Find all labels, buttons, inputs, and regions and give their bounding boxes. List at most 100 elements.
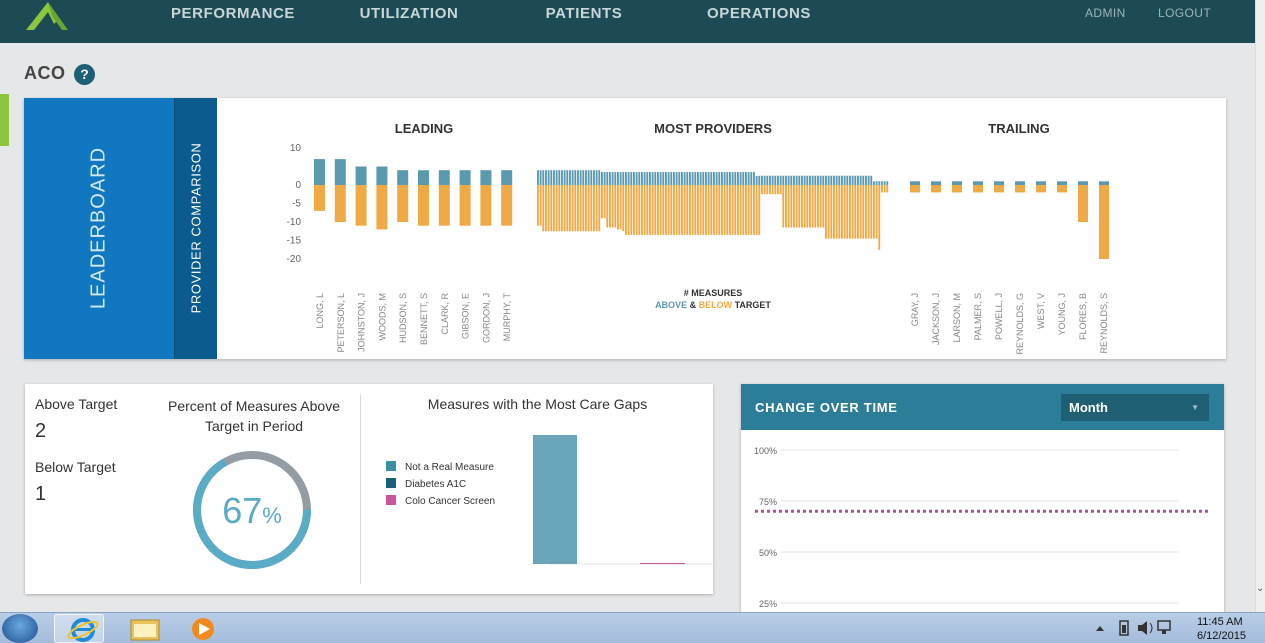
bar-below[interactable] <box>771 185 774 195</box>
bar-below[interactable] <box>854 185 857 239</box>
bar-above[interactable] <box>702 172 705 185</box>
bar-above[interactable] <box>878 181 881 185</box>
legend-diabetes-a1c[interactable]: Diabetes A1C <box>386 478 466 490</box>
bar-below[interactable] <box>585 185 587 232</box>
bar-below[interactable] <box>865 185 867 239</box>
bar-above[interactable] <box>742 172 745 185</box>
bar-below[interactable] <box>603 185 606 219</box>
provider-name-label[interactable]: REYNOLDS, S <box>1099 293 1109 354</box>
bar-below[interactable] <box>617 185 619 230</box>
bar-below[interactable] <box>875 185 878 239</box>
bar-below[interactable] <box>638 185 641 235</box>
bar-above[interactable] <box>601 172 603 185</box>
bar-below[interactable] <box>670 185 673 235</box>
vertical-scrollbar[interactable]: ⌄ <box>1255 0 1265 612</box>
bar-below[interactable] <box>870 185 873 239</box>
bar-below[interactable] <box>721 185 723 235</box>
bar-above[interactable] <box>865 175 867 185</box>
bar-below[interactable] <box>625 185 627 235</box>
bar-above[interactable] <box>545 170 547 185</box>
bar-below[interactable] <box>697 185 699 235</box>
tab-performance[interactable]: PERFORMANCE <box>148 0 318 43</box>
bar-above[interactable] <box>705 172 707 185</box>
bar-above[interactable] <box>833 175 835 185</box>
bar-below[interactable] <box>729 185 731 235</box>
bar-above[interactable] <box>459 170 471 185</box>
bar-above[interactable] <box>553 170 555 185</box>
bar-above[interactable] <box>667 172 670 185</box>
bar-below[interactable] <box>1036 185 1046 193</box>
bar-above[interactable] <box>1099 181 1109 185</box>
bar-below[interactable] <box>849 185 851 239</box>
bar-above[interactable] <box>689 172 691 185</box>
bar-above[interactable] <box>397 170 409 185</box>
bar-below[interactable] <box>827 185 830 239</box>
bar-below[interactable] <box>641 185 643 235</box>
bar-above[interactable] <box>561 170 563 185</box>
bar-above[interactable] <box>875 181 878 185</box>
bar-above[interactable] <box>691 172 694 185</box>
bar-below[interactable] <box>806 185 809 228</box>
bar-below[interactable] <box>579 185 582 232</box>
bar-above[interactable] <box>665 172 667 185</box>
app-logo-icon[interactable] <box>24 0 70 30</box>
bar-below[interactable] <box>630 185 633 235</box>
bar-below[interactable] <box>547 185 550 232</box>
clock-date[interactable]: 6/12/2015 <box>1197 630 1246 642</box>
bar-above[interactable] <box>633 172 635 185</box>
bar-above[interactable] <box>753 172 755 185</box>
bar-above[interactable] <box>835 175 838 185</box>
bar-below[interactable] <box>418 185 429 226</box>
period-select[interactable]: Month ▼ <box>1061 394 1209 421</box>
bar-above[interactable] <box>683 172 686 185</box>
bar-above[interactable] <box>537 170 539 185</box>
bar-above[interactable] <box>707 172 710 185</box>
bar-above[interactable] <box>739 172 742 185</box>
bar-below[interactable] <box>686 185 689 235</box>
bar-above[interactable] <box>806 175 809 185</box>
taskbar-media-player-button[interactable] <box>180 614 230 643</box>
bar-below[interactable] <box>542 185 545 232</box>
bar-above[interactable] <box>867 175 870 185</box>
bar-above[interactable] <box>1057 181 1067 185</box>
bar-above[interactable] <box>595 170 598 185</box>
bar-above[interactable] <box>910 181 920 185</box>
bar-above[interactable] <box>622 172 625 185</box>
bar-below[interactable] <box>654 185 657 235</box>
bar-below[interactable] <box>438 185 450 226</box>
bar-above[interactable] <box>635 172 638 185</box>
bar-above[interactable] <box>582 170 585 185</box>
bar-below[interactable] <box>755 185 758 235</box>
bar-below[interactable] <box>590 185 593 232</box>
bar-above[interactable] <box>787 175 790 185</box>
bar-below[interactable] <box>657 185 659 235</box>
question-icon[interactable]: ? <box>74 64 95 85</box>
bar-above[interactable] <box>355 166 367 186</box>
bar-below[interactable] <box>611 185 614 228</box>
bar-above[interactable] <box>886 181 889 185</box>
bar-below[interactable] <box>843 185 846 239</box>
bar-above[interactable] <box>606 172 609 185</box>
bar-above[interactable] <box>859 175 862 185</box>
provider-name-label[interactable]: PALMER, S <box>973 293 983 340</box>
bar-above[interactable] <box>627 172 630 185</box>
provider-name-label[interactable]: WEST, V <box>1036 293 1046 329</box>
bar-below[interactable] <box>952 185 962 193</box>
provider-name-label[interactable]: FLORES, B <box>1078 293 1088 340</box>
bar-above[interactable] <box>793 175 795 185</box>
bar-above[interactable] <box>641 172 643 185</box>
bar-above[interactable] <box>563 170 566 185</box>
provider-name-label[interactable]: JACKSON, J <box>931 293 941 345</box>
bar-below[interactable] <box>819 185 822 228</box>
bar-above[interactable] <box>675 172 678 185</box>
bar-below[interactable] <box>830 185 833 239</box>
bar-above[interactable] <box>718 172 721 185</box>
bar-above[interactable] <box>737 172 739 185</box>
bar-above[interactable] <box>569 170 571 185</box>
bar-below[interactable] <box>793 185 795 228</box>
bar-above[interactable] <box>854 175 857 185</box>
bar-above[interactable] <box>334 159 346 185</box>
bar-below[interactable] <box>707 185 710 235</box>
bar-above[interactable] <box>838 175 841 185</box>
bar-below[interactable] <box>683 185 686 235</box>
